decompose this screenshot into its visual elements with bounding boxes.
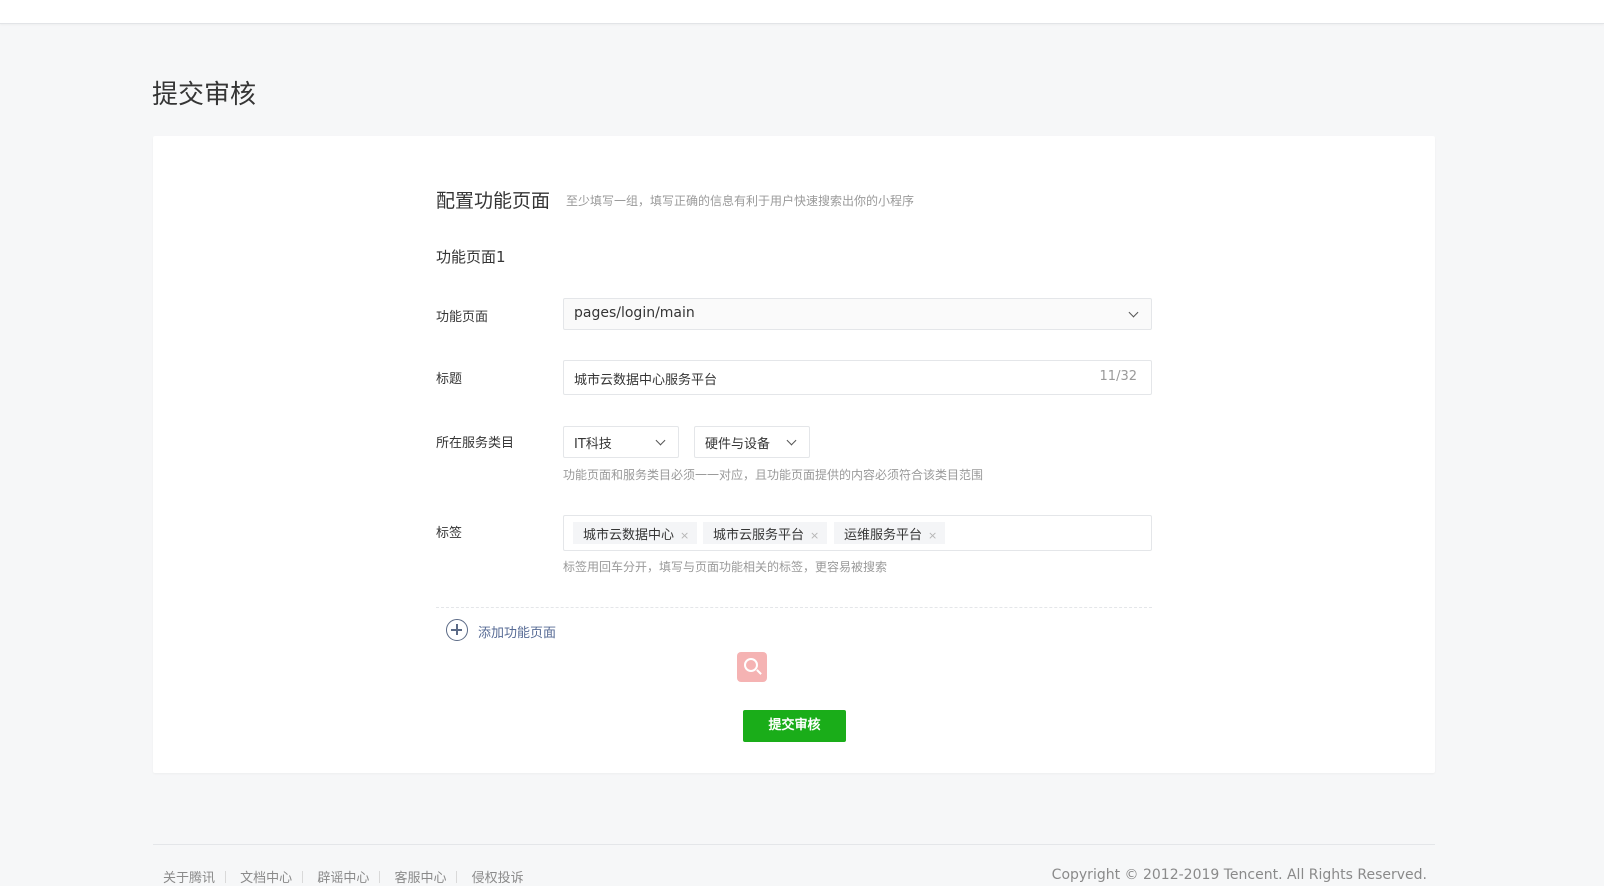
title-char-counter: 11/32 (1099, 369, 1137, 384)
section-divider (436, 607, 1152, 608)
tags-field-label: 标签 (436, 526, 463, 541)
tags-input[interactable]: 城市云数据中心 × 城市云服务平台 × 运维服务平台 × (563, 515, 1152, 551)
tag-text: 运维服务平台 (844, 528, 923, 543)
group-title: 功能页面1 (436, 248, 506, 266)
chevron-down-icon (1128, 307, 1139, 318)
floating-search-button[interactable] (737, 652, 767, 682)
close-icon[interactable]: × (810, 529, 819, 542)
footer-link-support[interactable]: 客服中心 (394, 871, 446, 886)
category-field-label: 所在服务类目 (436, 436, 515, 451)
copyright-text: Copyright © 2012-2019 Tencent. All Right… (1051, 867, 1427, 883)
close-icon[interactable]: × (680, 529, 689, 542)
tag-chip: 城市云服务平台 × (703, 522, 828, 544)
tag-text: 城市云数据中心 (583, 528, 675, 543)
page-title: 提交审核 (152, 80, 257, 110)
add-circle-icon[interactable] (446, 619, 468, 641)
category-hint: 功能页面和服务类目必须一一对应，且功能页面提供的内容必须符合该类目范围 (563, 468, 984, 482)
category-secondary-value: 硬件与设备 (705, 437, 771, 452)
category-primary-value: IT科技 (574, 437, 612, 452)
footer-links: 关于腾讯 文档中心 辟谣中心 客服中心 侵权投诉 (163, 867, 534, 886)
section-hint: 至少填写一组，填写正确的信息有利于用户快速搜索出你的小程序 (566, 194, 915, 208)
submit-button[interactable]: 提交审核 (743, 710, 846, 742)
title-input[interactable]: 城市云数据中心服务平台 11/32 (563, 360, 1152, 395)
tag-text: 城市云服务平台 (713, 528, 805, 543)
chevron-down-icon (655, 435, 666, 446)
chevron-down-icon (786, 435, 797, 446)
tag-chip: 运维服务平台 × (834, 522, 946, 544)
footer-link-complaint[interactable]: 侵权投诉 (472, 871, 524, 886)
category-primary-select[interactable]: IT科技 (563, 426, 679, 458)
form-card: 配置功能页面 至少填写一组，填写正确的信息有利于用户快速搜索出你的小程序 功能页… (153, 136, 1435, 773)
close-icon[interactable]: × (928, 529, 937, 542)
top-navbar (0, 0, 1604, 24)
footer-link-rumor[interactable]: 辟谣中心 (317, 871, 369, 886)
page-select[interactable]: pages/login/main (563, 298, 1152, 330)
footer-link-about[interactable]: 关于腾讯 (163, 871, 215, 886)
footer-link-docs[interactable]: 文档中心 (240, 871, 292, 886)
section-title: 配置功能页面 (436, 190, 551, 212)
page-field-label: 功能页面 (436, 310, 489, 325)
tag-chip: 城市云数据中心 × (573, 522, 698, 544)
category-secondary-select[interactable]: 硬件与设备 (694, 426, 810, 458)
title-input-value: 城市云数据中心服务平台 (574, 373, 718, 388)
footer-divider (153, 844, 1435, 845)
title-field-label: 标题 (436, 372, 463, 387)
tags-hint: 标签用回车分开，填写与页面功能相关的标签，更容易被搜索 (563, 560, 888, 574)
add-page-link[interactable]: 添加功能页面 (478, 622, 556, 641)
page-select-value: pages/login/main (574, 305, 695, 321)
